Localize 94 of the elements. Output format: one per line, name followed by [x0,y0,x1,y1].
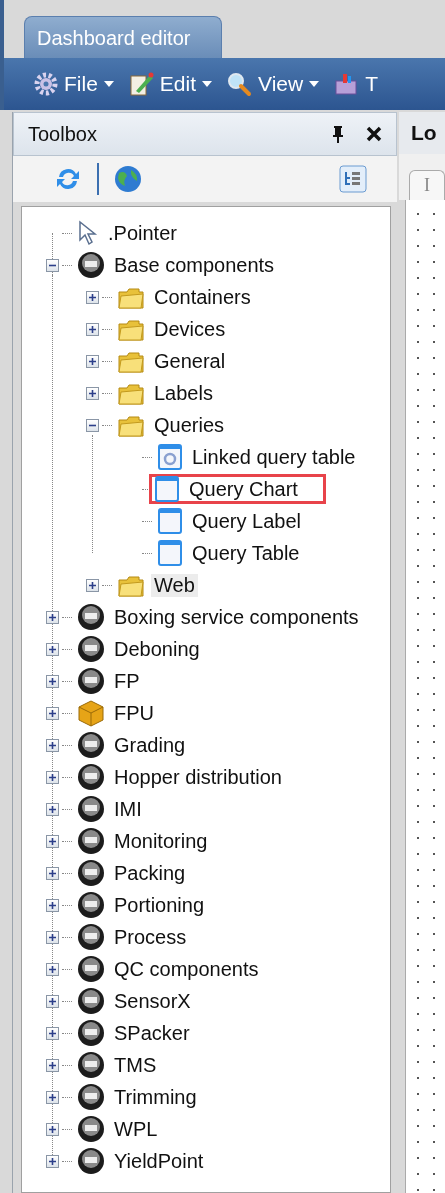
module-icon [77,1147,105,1175]
expand-icon[interactable] [45,770,59,784]
expand-icon[interactable] [45,1090,59,1104]
module-icon [77,859,105,887]
tree-item[interactable]: Query Label [189,509,304,533]
expand-icon[interactable] [45,738,59,752]
tree-item[interactable]: Base components [111,253,278,277]
menu-item[interactable]: File [64,72,98,96]
module-icon [77,603,105,631]
expand-icon[interactable] [45,1058,59,1072]
expand-icon[interactable] [45,994,59,1008]
tree-item[interactable]: Query Table [189,541,303,565]
toolbox-icon [333,71,360,97]
pin-icon[interactable] [332,125,344,143]
tree-item[interactable]: Boxing service components [111,605,362,629]
module-icon [77,1083,105,1111]
close-icon[interactable] [366,126,382,142]
tree-item[interactable]: Linked query table [189,445,359,469]
module-icon [77,1019,105,1047]
menu-item[interactable]: View [258,72,304,96]
expand-icon[interactable] [45,1026,59,1040]
window-gear-icon [157,443,183,471]
module-icon [77,795,105,823]
gear-icon [34,72,58,96]
tree-item[interactable]: IMI [111,797,145,821]
tree-item[interactable]: QC components [111,957,262,981]
expand-icon[interactable] [45,834,59,848]
tree-item[interactable]: Grading [111,733,189,757]
tree-item[interactable]: Web [151,573,198,597]
expand-icon[interactable] [45,706,59,720]
globe-icon[interactable] [113,164,143,194]
search-icon [226,71,253,97]
tree-item[interactable]: Queries [151,413,228,437]
tree-item[interactable]: Deboning [111,637,203,661]
expand-icon[interactable] [45,898,59,912]
tree-item[interactable]: SensorX [111,989,194,1013]
expand-icon[interactable] [85,354,99,368]
expand-icon[interactable] [85,290,99,304]
tree-item[interactable]: General [151,349,229,373]
module-icon [77,1115,105,1143]
tree-item[interactable]: Labels [151,381,216,405]
document-title: Lo [399,112,445,154]
module-icon [77,731,105,759]
tree-item[interactable]: WPL [111,1117,161,1141]
window-icon [157,507,183,535]
expand-icon[interactable] [45,642,59,656]
module-icon [77,827,105,855]
expand-icon[interactable] [45,962,59,976]
collapse-icon[interactable] [45,258,59,272]
module-icon [77,987,105,1015]
module-icon [77,891,105,919]
cube-icon [77,699,105,727]
module-icon [77,635,105,663]
pencil-notepad-icon [127,71,154,97]
tree-item[interactable]: YieldPoint [111,1149,207,1173]
menu-item[interactable]: Edit [159,72,197,96]
expand-icon[interactable] [45,674,59,688]
designer-tab[interactable]: I [409,170,445,200]
expand-icon[interactable] [85,386,99,400]
panel-title: Toolbox [28,122,98,146]
tree-item[interactable]: Containers [151,285,254,309]
tree-item[interactable]: Query Chart [186,477,301,501]
tree-item[interactable]: Trimming [111,1085,200,1109]
tree-item[interactable]: Monitoring [111,829,211,853]
pointer-icon [77,220,99,246]
tree-item[interactable]: Hopper distribution [111,765,285,789]
module-icon [77,1051,105,1079]
expand-icon[interactable] [45,866,59,880]
module-icon [77,667,105,695]
module-icon [77,923,105,951]
module-icon [77,763,105,791]
collapse-icon[interactable] [85,418,99,432]
expand-icon[interactable] [85,578,99,592]
expand-icon[interactable] [45,930,59,944]
module-icon [77,955,105,983]
expand-icon[interactable] [45,610,59,624]
tree-item[interactable]: Packing [111,861,189,885]
tree-item[interactable]: FPU [111,701,157,725]
tree-item[interactable]: .Pointer [105,221,180,245]
window-icon [157,539,183,567]
window-icon [154,475,180,503]
expand-icon[interactable] [45,802,59,816]
tree-item[interactable]: SPacker [111,1021,193,1045]
expand-icon[interactable] [45,1154,59,1168]
expand-icon[interactable] [45,1122,59,1136]
tree-view-icon[interactable] [339,165,367,193]
module-icon [77,251,105,279]
tree-item[interactable]: Process [111,925,190,949]
expand-icon[interactable] [85,322,99,336]
tree-item[interactable]: TMS [111,1053,160,1077]
tree-item[interactable]: FP [111,669,143,693]
tree-item[interactable]: Portioning [111,893,208,917]
menu-item[interactable]: T [365,72,378,96]
tree-item[interactable]: Devices [151,317,229,341]
